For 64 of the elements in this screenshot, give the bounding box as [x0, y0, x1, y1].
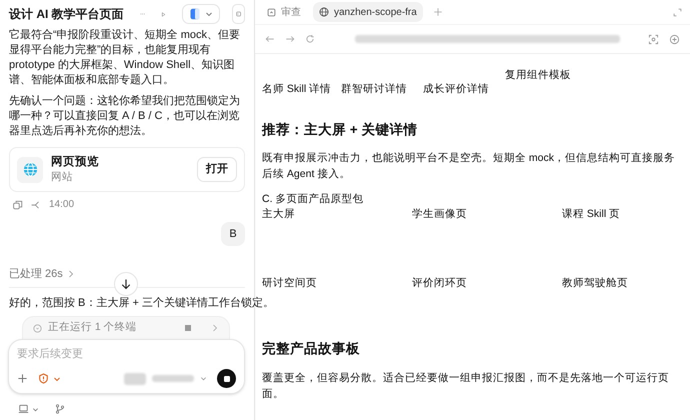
chevron-down-icon	[200, 375, 207, 382]
processed-label[interactable]: 已处理 26s	[9, 266, 63, 282]
panel-icon	[267, 8, 276, 16]
section-description: 覆盖更全，但容易分散。适合已经要做一组申报汇报图，而不是先落地一个可运行页面。	[262, 370, 670, 402]
permission-picker[interactable]	[38, 373, 61, 384]
blurred-label	[124, 372, 146, 384]
branch-icon[interactable]	[31, 200, 41, 210]
timestamp: 14:00	[49, 198, 74, 212]
terminal-icon[interactable]	[232, 4, 245, 24]
blurred-label	[152, 375, 194, 382]
chevron-down-icon	[53, 374, 61, 382]
add-circle-icon[interactable]	[669, 34, 680, 44]
page-link[interactable]: 名师 Skill 详情	[262, 82, 332, 98]
app-picker[interactable]	[182, 4, 220, 24]
message-text: 好的，范围按 B：主大屏 + 三个关键详情工作台锁定。	[9, 296, 274, 310]
section-heading: 推荐：主大屏 + 关键详情	[262, 121, 418, 139]
open-button[interactable]: 打开	[197, 157, 237, 182]
scroll-down-button[interactable]	[114, 272, 138, 296]
page-item: 学生画像页	[412, 207, 468, 222]
page-link[interactable]: 成长评价详情	[423, 82, 490, 98]
plus-icon[interactable]	[17, 373, 28, 384]
globe-icon	[319, 7, 329, 17]
page-item: 主大屏	[262, 207, 296, 222]
forward-icon[interactable]	[285, 34, 295, 44]
shield-alert-icon	[38, 373, 49, 384]
page-item: 研讨空间页	[262, 276, 318, 292]
back-icon[interactable]	[265, 34, 275, 44]
git-branch-icon[interactable]	[55, 404, 65, 414]
app-icon	[188, 8, 201, 20]
copy-icon[interactable]	[13, 200, 23, 210]
card-subtitle: 网站	[51, 170, 74, 184]
chevron-right-icon[interactable]	[66, 270, 75, 278]
chevron-down-icon	[204, 10, 213, 18]
page-item: 课程 Skill 页	[562, 207, 622, 222]
laptop-icon	[18, 404, 29, 414]
plus-icon[interactable]	[432, 7, 443, 17]
section-heading: 完整产品故事板	[262, 340, 361, 358]
stop-icon	[222, 374, 230, 382]
page-link[interactable]: 群智研讨详情	[341, 82, 408, 98]
section-description: 既有申报展示冲击力，也能说明平台不是空壳。短期全 mock，但信息结构可直接服务后续 Agent 接入。	[262, 151, 676, 182]
expand-icon[interactable]	[673, 8, 682, 16]
chat-title: 设计 AI 教学平台页面	[9, 6, 124, 23]
clock-icon	[33, 324, 42, 332]
screenshot-icon[interactable]	[648, 34, 659, 44]
option-heading: C. 多页面产品原型包	[262, 192, 364, 208]
environment-picker[interactable]	[18, 404, 39, 414]
reload-icon[interactable]	[305, 34, 315, 44]
composer-input[interactable]: 要求后续变更	[17, 346, 236, 362]
globe-icon	[22, 162, 38, 177]
page-link[interactable]: 复用组件模板	[505, 68, 572, 84]
browser-tab[interactable]: yanzhen-scope-fra	[313, 2, 423, 22]
card-title: 网页预览	[51, 155, 100, 170]
terminal-status: 正在运行 1 个终端	[48, 320, 137, 336]
chevron-down-icon	[32, 406, 39, 412]
page-item: 教师驾驶舱页	[562, 276, 629, 292]
page-item: 评价闭环页	[412, 276, 468, 292]
user-message: B	[221, 222, 245, 246]
chevron-right-icon[interactable]	[211, 324, 219, 332]
message-text: 先确认一个问题：这轮你希望我们把范围锁定为哪一种？可以直接回复 A / B / C，也可以在浏览器里点选后再补充你的想法。	[9, 94, 241, 139]
browser-tab[interactable]: 审查	[261, 2, 307, 22]
arrow-down-icon	[120, 278, 132, 290]
composer[interactable]: 要求后续变更	[8, 339, 245, 394]
stop-button[interactable]	[217, 369, 236, 388]
message-text: 它最符合“申报阶段重设计、短期全 mock、但要显得平台能力完整”的目标，也能复用现有 prototype 的大屏框架、Window Shell、知识图谱、智能体面板和底部专题入口。	[9, 28, 241, 88]
